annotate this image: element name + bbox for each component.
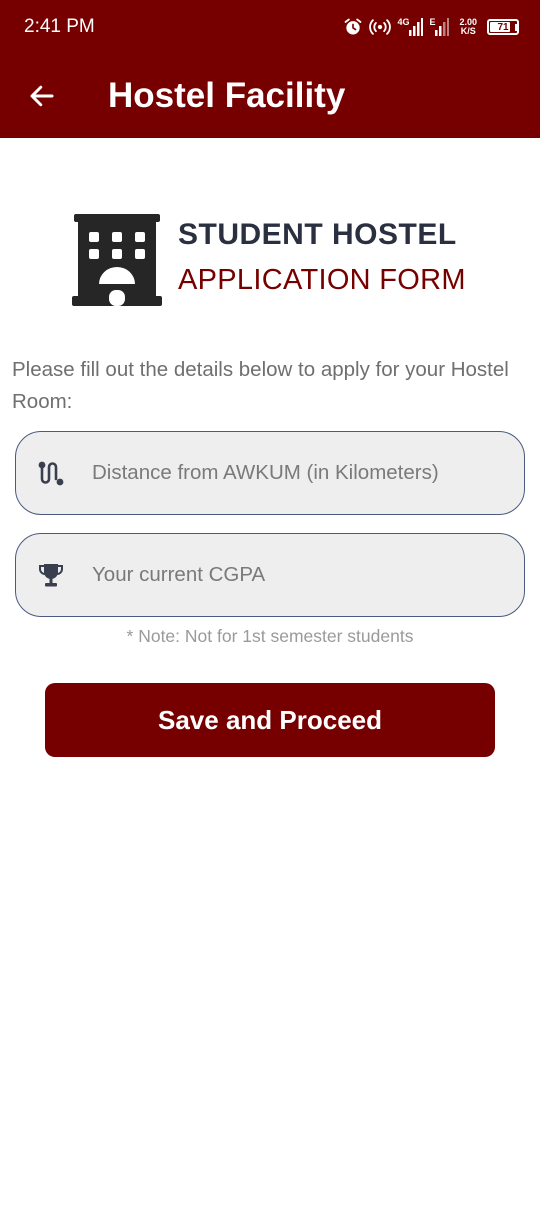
form-title: STUDENT HOSTEL bbox=[178, 218, 457, 251]
distance-field[interactable] bbox=[15, 431, 525, 515]
instructions-text: Please fill out the details below to app… bbox=[12, 358, 509, 413]
battery-icon: 71 bbox=[487, 19, 519, 35]
hotspot-icon bbox=[369, 17, 392, 37]
network-label: 4G bbox=[397, 17, 410, 27]
note-text: * Note: Not for 1st semester students bbox=[126, 626, 414, 646]
arrow-back-icon bbox=[30, 85, 54, 107]
battery-level: 71 bbox=[497, 21, 509, 33]
building-icon bbox=[72, 214, 162, 306]
form-header: STUDENT HOSTEL APPLICATION FORM bbox=[72, 214, 492, 306]
net-speed-unit: K/S bbox=[460, 26, 476, 36]
cgpa-input[interactable] bbox=[92, 555, 504, 595]
save-and-proceed-button[interactable]: Save and Proceed bbox=[45, 683, 495, 757]
back-button[interactable] bbox=[20, 74, 64, 118]
cgpa-field[interactable] bbox=[15, 533, 525, 617]
route-icon bbox=[36, 458, 66, 488]
status-time: 2:41 PM bbox=[24, 16, 95, 37]
signal-icon-4g: 4G bbox=[397, 17, 424, 36]
app-bar: 2:41 PM 4G E 2.00 K/S 71 Hostel Facility bbox=[0, 0, 540, 138]
form-subtitle: APPLICATION FORM bbox=[178, 264, 466, 296]
alarm-icon bbox=[343, 17, 363, 37]
status-bar: 2:41 PM 4G E 2.00 K/S 71 bbox=[0, 0, 540, 56]
signal-icon-e: E bbox=[429, 18, 450, 36]
net-speed: 2.00 K/S bbox=[459, 18, 477, 36]
trophy-icon bbox=[36, 560, 66, 590]
status-icons: 4G E 2.00 K/S 71 bbox=[343, 14, 519, 40]
page-title: Hostel Facility bbox=[108, 76, 346, 115]
distance-input[interactable] bbox=[92, 453, 504, 493]
